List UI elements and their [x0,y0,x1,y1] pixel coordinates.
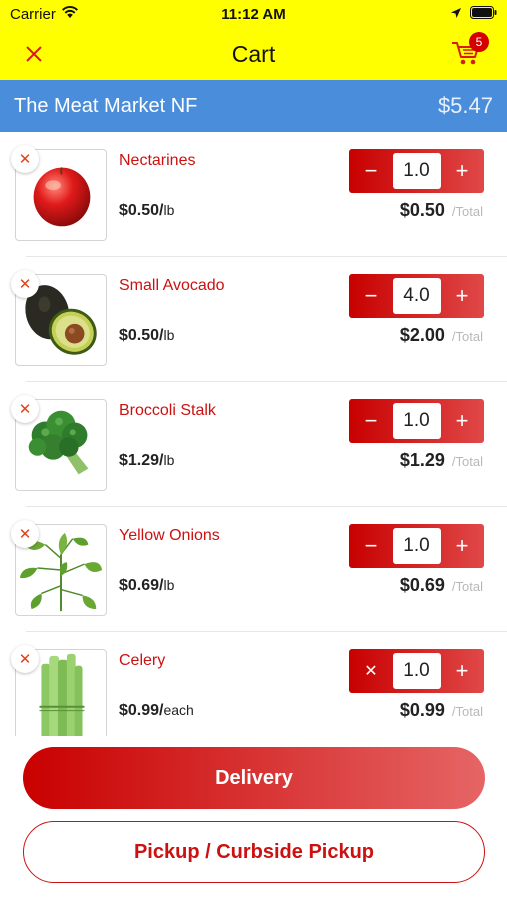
store-header: The Meat Market NF $5.47 [0,80,507,132]
cart-item: ✕ Broccoli Stalk $1.29/lb − 1.0 + $1.29/… [0,382,507,507]
quantity-field[interactable]: 1.0 [392,653,441,689]
remove-x-icon: ✕ [18,651,32,668]
remove-x-icon: ✕ [18,526,32,543]
status-left: Carrier [10,5,160,23]
remove-item-button[interactable]: ✕ [11,645,39,673]
status-time: 11:12 AM [221,5,286,23]
minus-icon: − [364,283,378,308]
remove-item-button[interactable]: ✕ [11,145,39,173]
quantity-stepper: − 1.0 + [349,524,484,568]
plus-icon: + [455,283,469,308]
quantity-stepper: ✕ 1.0 + [349,649,484,693]
plus-icon: + [455,533,469,558]
store-name: The Meat Market NF [14,94,198,117]
quantity-field[interactable]: 4.0 [392,278,441,314]
cart-count-badge: 5 [469,32,489,52]
quantity-field[interactable]: 1.0 [392,153,441,189]
pickup-button[interactable]: Pickup / Curbside Pickup [23,821,485,883]
status-right [347,5,497,23]
cart-button[interactable]: 5 [451,32,489,69]
quantity-stepper: − 4.0 + [349,274,484,318]
item-name: Nectarines [119,152,196,169]
increment-button[interactable]: + [444,153,480,189]
item-total: $1.29/Total [399,450,483,470]
item-name: Celery [119,652,166,669]
decrement-button[interactable]: − [353,278,389,314]
remove-x-icon: ✕ [364,663,378,680]
wifi-icon [61,5,79,23]
cart-item-list[interactable]: ✕ Nectarines $0.50/lb − 1.0 + $0.50/Tota… [0,132,507,736]
delivery-button[interactable]: Delivery [23,747,485,809]
decrement-button[interactable]: − [353,153,389,189]
item-total: $0.69/Total [399,575,483,595]
item-unit-price: $0.50/lb [119,327,175,344]
increment-button[interactable]: + [444,528,480,564]
remove-quantity-button[interactable]: ✕ [353,653,389,689]
increment-button[interactable]: + [444,653,480,689]
remove-item-button[interactable]: ✕ [11,520,39,548]
close-button[interactable] [22,42,46,66]
remove-x-icon: ✕ [18,151,32,168]
item-name: Small Avocado [119,277,225,294]
cart-item: ✕ Celery $0.99/each ✕ 1.0 + $0.99/Total [0,632,507,736]
quantity-stepper: − 1.0 + [349,149,484,193]
item-unit-price: $0.69/lb [119,577,175,594]
item-unit-price: $0.50/lb [119,202,175,219]
increment-button[interactable]: + [444,278,480,314]
increment-button[interactable]: + [444,403,480,439]
remove-x-icon: ✕ [18,276,32,293]
plus-icon: + [455,408,469,433]
item-total: $0.50/Total [399,200,483,220]
checkout-options: Delivery Pickup / Curbside Pickup [0,736,507,900]
plus-icon: + [455,658,469,683]
item-total: $2.00/Total [399,325,483,345]
item-name: Broccoli Stalk [119,402,216,419]
nav-bar: Cart 5 [0,28,507,80]
decrement-button[interactable]: − [353,528,389,564]
remove-item-button[interactable]: ✕ [11,395,39,423]
page-title: Cart [231,40,276,67]
cart-item: ✕ Yellow Onions $0.69/lb − 1.0 + $0.69/T… [0,507,507,632]
remove-item-button[interactable]: ✕ [11,270,39,298]
quantity-stepper: − 1.0 + [349,399,484,443]
plus-icon: + [455,158,469,183]
item-name: Yellow Onions [119,527,220,544]
quantity-field[interactable]: 1.0 [392,403,441,439]
decrement-button[interactable]: − [353,403,389,439]
item-unit-price: $1.29/lb [119,452,175,469]
battery-icon [470,5,497,23]
status-bar: Carrier 11:12 AM [0,0,507,28]
remove-x-icon: ✕ [18,401,32,418]
close-icon [26,46,42,62]
cart-item: ✕ Nectarines $0.50/lb − 1.0 + $0.50/Tota… [0,132,507,257]
location-arrow-icon [450,6,462,23]
item-unit-price: $0.99/each [119,702,194,719]
cart-item: ✕ Small Avocado $0.50/lb − 4.0 + $2.00/T… [0,257,507,382]
carrier-label: Carrier [10,5,56,23]
minus-icon: − [364,158,378,183]
minus-icon: − [364,408,378,433]
quantity-field[interactable]: 1.0 [392,528,441,564]
item-total: $0.99/Total [399,700,483,720]
store-total: $5.47 [437,93,493,118]
minus-icon: − [364,533,378,558]
